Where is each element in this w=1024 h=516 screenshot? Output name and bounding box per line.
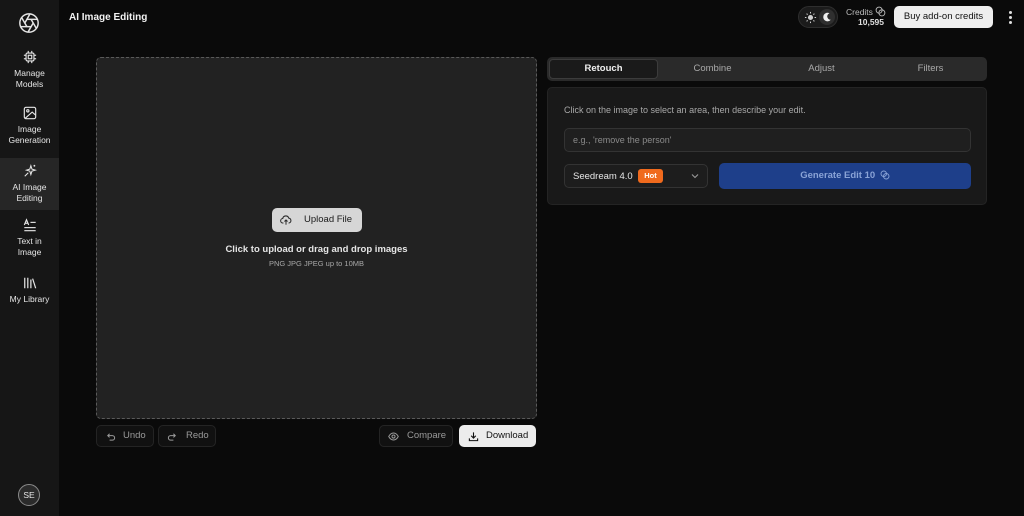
coins-icon <box>875 6 886 17</box>
page-title: AI Image Editing <box>69 12 148 23</box>
sidebar-item-my-library[interactable]: My Library <box>0 276 59 328</box>
edit-mode-tabs: Retouch Combine Adjust Filters <box>547 57 987 81</box>
redo-icon <box>167 433 176 441</box>
model-select[interactable]: Seedream 4.0 Hot <box>564 164 708 188</box>
compare-label: Compare <box>407 430 447 441</box>
hot-badge: Hot <box>638 169 663 183</box>
upload-file-label: Upload File <box>304 214 353 225</box>
retouch-hint: Click on the image to select an area, th… <box>564 105 806 115</box>
theme-toggle[interactable] <box>798 6 838 28</box>
tab-adjust[interactable]: Adjust <box>767 59 876 79</box>
sidebar-item-label: My Library <box>9 294 50 304</box>
download-icon <box>468 432 479 442</box>
sidebar-item-label: Generation <box>8 134 51 145</box>
redo-button[interactable]: Redo <box>158 425 216 447</box>
coins-icon <box>880 170 890 180</box>
buy-credits-button[interactable]: Buy add-on credits <box>894 6 993 28</box>
sidebar-item-label: Editing <box>16 192 43 203</box>
upload-dropzone[interactable]: Upload File Click to upload or drag and … <box>96 57 537 419</box>
sidebar-item-label: Image <box>17 124 42 134</box>
text-icon <box>23 218 36 232</box>
sidebar-item-manage-models[interactable]: Manage Models <box>0 50 59 102</box>
compare-button[interactable]: Compare <box>379 425 453 447</box>
upload-title: Click to upload or drag and drop images <box>225 244 408 255</box>
library-icon <box>23 277 36 289</box>
cloud-upload-icon <box>280 215 292 225</box>
sidebar: Manage Models Image Generation AI Image … <box>0 0 59 516</box>
moon-icon[interactable] <box>819 9 835 25</box>
image-icon <box>23 106 36 120</box>
undo-button[interactable]: Undo <box>96 425 154 447</box>
sidebar-item-image-generation[interactable]: Image Generation <box>0 106 59 158</box>
chevron-down-icon <box>691 174 699 179</box>
more-options-icon[interactable] <box>1009 11 1013 24</box>
credits-label: Credits <box>846 7 873 17</box>
generate-edit-label: Generate Edit 10 <box>800 170 876 181</box>
sidebar-item-label: Text in <box>17 236 42 246</box>
download-button[interactable]: Download <box>459 425 536 447</box>
model-name: Seedream 4.0 <box>573 171 633 182</box>
chip-icon <box>23 50 36 64</box>
aperture-logo-icon[interactable] <box>18 12 40 34</box>
generate-edit-button[interactable]: Generate Edit 10 <box>719 163 971 189</box>
tab-retouch[interactable]: Retouch <box>549 59 658 79</box>
sidebar-item-text-in-image[interactable]: Text in Image <box>0 218 59 270</box>
credits-value: 10,595 <box>858 17 884 27</box>
sparkles-icon <box>23 164 37 177</box>
undo-icon <box>107 433 116 441</box>
sidebar-item-label: Manage <box>14 68 45 78</box>
tab-combine[interactable]: Combine <box>658 59 767 79</box>
upload-file-button[interactable]: Upload File <box>272 208 362 232</box>
download-label: Download <box>486 430 529 441</box>
edit-prompt-input[interactable] <box>564 128 971 152</box>
upload-subtitle: PNG JPG JPEG up to 10MB <box>268 259 365 268</box>
sidebar-item-label: Models <box>15 78 44 89</box>
undo-label: Undo <box>123 430 146 441</box>
tab-filters[interactable]: Filters <box>876 59 985 79</box>
sun-icon[interactable] <box>804 11 817 24</box>
user-avatar[interactable]: SE <box>18 484 40 506</box>
retouch-panel: Click on the image to select an area, th… <box>547 87 987 205</box>
eye-icon <box>388 432 399 441</box>
sidebar-item-label: Image <box>17 246 42 257</box>
sidebar-item-ai-image-editing[interactable]: AI Image Editing <box>0 158 59 210</box>
sidebar-item-label: AI Image <box>12 182 47 192</box>
redo-label: Redo <box>186 430 209 441</box>
